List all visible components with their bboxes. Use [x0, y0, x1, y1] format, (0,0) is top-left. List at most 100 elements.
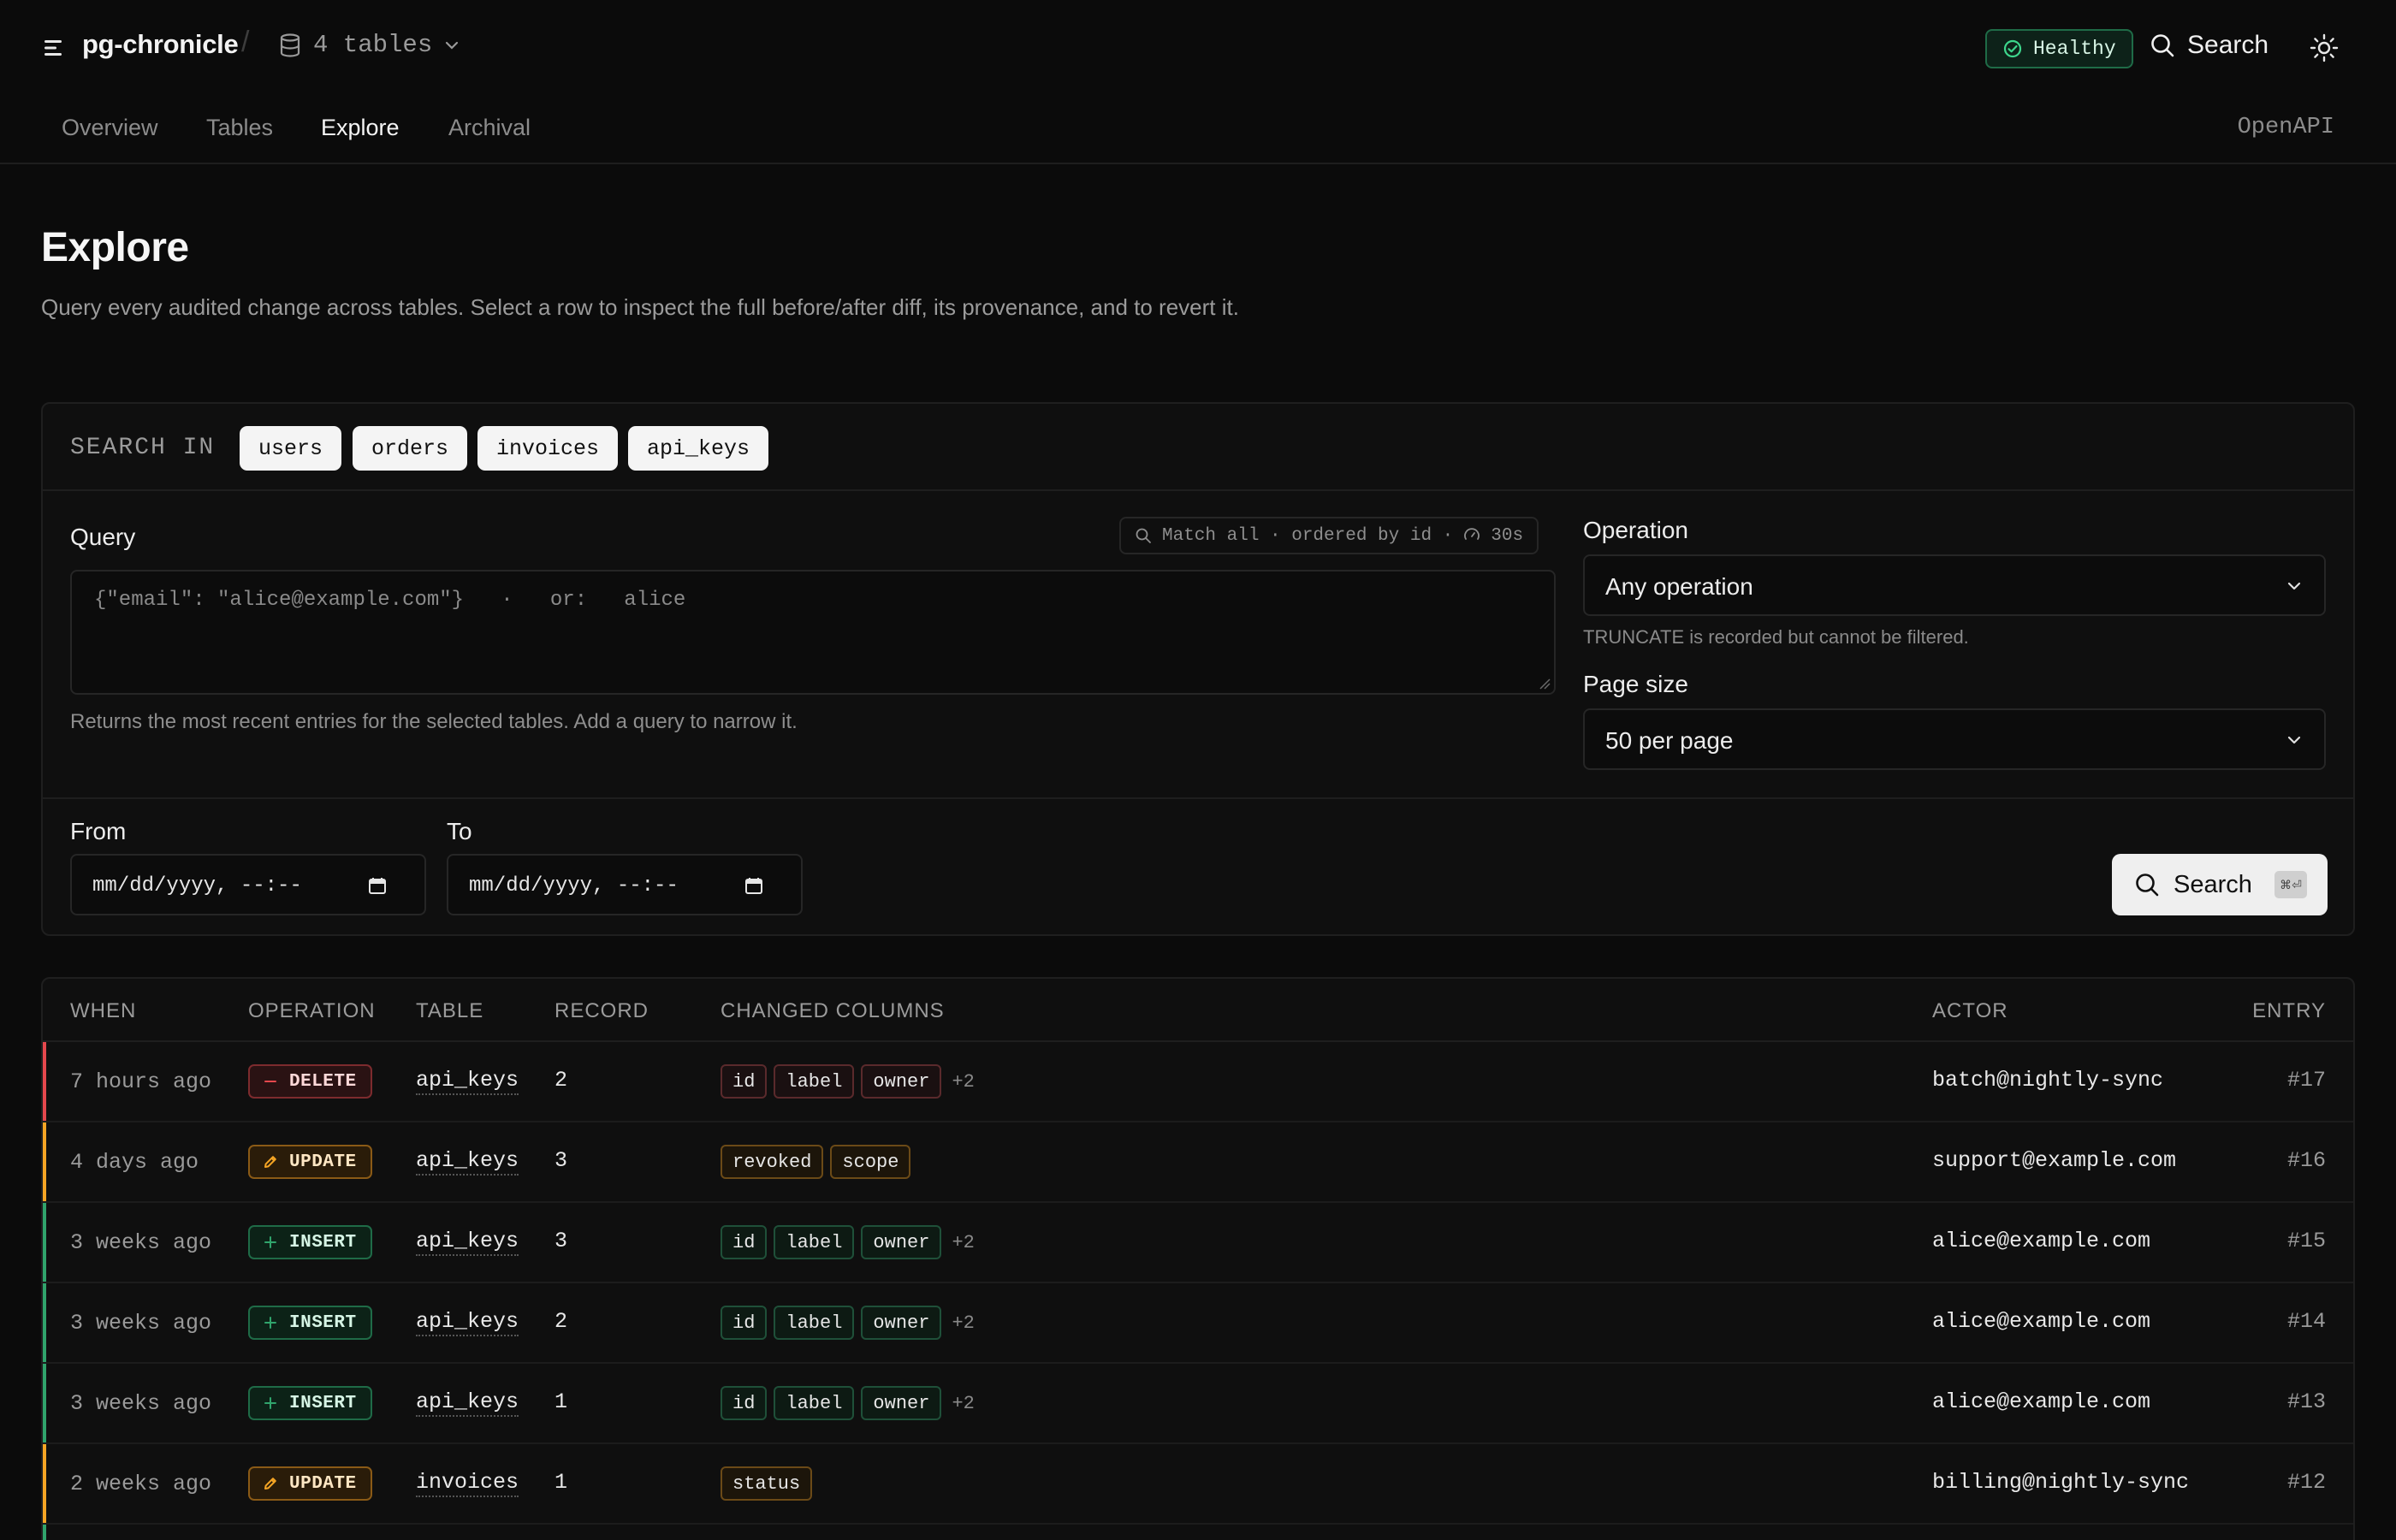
table-row[interactable]: 3 weeks ago INSERT api_keys 3 id label owner +2… — [43, 1203, 2353, 1283]
page-size-label: Page size — [1583, 671, 1688, 697]
column-chip: owner — [861, 1306, 942, 1340]
search-icon — [1136, 528, 1151, 543]
table-link[interactable]: api_keys — [416, 1229, 519, 1256]
record-cell: 1 — [555, 1389, 568, 1414]
entry-cell: #12 — [2286, 1470, 2326, 1495]
search-in-label: SEARCH IN — [70, 435, 216, 461]
page-size-select[interactable]: 50 per page — [1583, 708, 2326, 770]
query-mode-label: Match all · ordered by id · — [1162, 525, 1454, 546]
column-chip: label — [774, 1306, 855, 1340]
operation-indicator-bar — [43, 1525, 46, 1540]
actor-cell: alice@example.com — [1932, 1389, 2151, 1414]
more-columns-count: +2 — [952, 1231, 975, 1253]
health-status-label: Healthy — [2033, 38, 2116, 60]
global-search-button[interactable]: Search — [2150, 31, 2268, 60]
operation-indicator-bar — [43, 1283, 46, 1362]
entry-cell: #15 — [2286, 1229, 2326, 1253]
menu-icon[interactable] — [41, 34, 68, 62]
column-chip: scope — [830, 1145, 911, 1179]
table-chip-invoices[interactable]: invoices — [477, 426, 619, 471]
table-chip-orders[interactable]: orders — [353, 426, 468, 471]
table-header: WHEN OPERATION TABLE RECORD CHANGED COLU… — [43, 979, 2353, 1042]
table-row[interactable]: 2 weeks ago UPDATE invoices 1 status billing@… — [43, 1444, 2353, 1525]
table-link[interactable]: api_keys — [416, 1389, 519, 1417]
table-link[interactable]: api_keys — [416, 1148, 519, 1176]
when-cell: 3 weeks ago — [70, 1311, 212, 1336]
table-chip-api-keys[interactable]: api_keys — [628, 426, 769, 471]
table-row[interactable]: 3 weeks ago INSERT api_keys 2 id label owner +2… — [43, 1283, 2353, 1364]
column-header-record[interactable]: RECORD — [555, 999, 649, 1023]
column-chip: label — [774, 1225, 855, 1259]
query-mode-hint[interactable]: Match all · ordered by id · 30s — [1119, 517, 1539, 554]
operation-indicator-bar — [43, 1364, 46, 1442]
tables-picker[interactable]: 4 tables — [279, 31, 460, 59]
query-placeholder: {"email": "alice@example.com"} · or: ali… — [94, 589, 686, 612]
tab-explore[interactable]: Explore — [321, 115, 400, 141]
breadcrumb-separator: / — [241, 26, 250, 58]
operation-badge: DELETE — [248, 1064, 372, 1099]
changed-columns: id label owner +2 — [721, 1225, 975, 1259]
table-link[interactable]: api_keys — [416, 1309, 519, 1336]
table-row[interactable]: 7 hours ago DELETE api_keys 2 id label owner +2… — [43, 1042, 2353, 1122]
column-header-changed-columns[interactable]: CHANGED COLUMNS — [721, 999, 945, 1023]
operation-label: INSERT — [289, 1312, 357, 1333]
record-cell: 2 — [555, 1068, 568, 1093]
results-table: WHEN OPERATION TABLE RECORD CHANGED COLU… — [41, 977, 2355, 1540]
chevron-down-icon — [446, 41, 459, 50]
minus-icon — [264, 1081, 276, 1082]
column-chip: id — [721, 1386, 768, 1420]
keyboard-shortcut-hint: ⌘⏎ — [2274, 871, 2307, 898]
more-columns-count: +2 — [952, 1392, 975, 1414]
calendar-icon[interactable] — [368, 876, 387, 895]
operation-label: UPDATE — [289, 1152, 357, 1172]
query-input[interactable]: {"email": "alice@example.com"} · or: ali… — [70, 570, 1556, 695]
calendar-icon[interactable] — [744, 876, 763, 895]
check-circle-icon — [2003, 39, 2022, 58]
divider — [43, 797, 2353, 799]
plus-icon — [264, 1236, 276, 1248]
table-chip-users[interactable]: users — [240, 426, 342, 471]
column-header-actor[interactable]: ACTOR — [1932, 999, 2008, 1023]
table-row[interactable]: 3 weeks ago INSERT api_keys 1 id label owner +2… — [43, 1364, 2353, 1444]
tables-count-label: 4 tables — [313, 31, 433, 59]
operation-select[interactable]: Any operation — [1583, 554, 2326, 616]
resize-handle-icon[interactable] — [1539, 678, 1551, 690]
from-date-input[interactable]: mm/dd/yyyy, --:-- — [70, 854, 426, 915]
to-date-input[interactable]: mm/dd/yyyy, --:-- — [447, 854, 803, 915]
from-date-placeholder: mm/dd/yyyy, --:-- — [92, 874, 302, 897]
table-link[interactable]: api_keys — [416, 1068, 519, 1095]
search-submit-label: Search — [2174, 870, 2252, 898]
column-chip: label — [774, 1064, 855, 1099]
tab-archival[interactable]: Archival — [448, 115, 531, 141]
column-header-when[interactable]: WHEN — [70, 999, 136, 1023]
page-description: Query every audited change across tables… — [41, 294, 1239, 320]
tab-overview[interactable]: Overview — [62, 115, 158, 141]
operation-label: Operation — [1583, 517, 1688, 543]
column-header-entry[interactable]: ENTRY — [2252, 999, 2326, 1023]
to-date-placeholder: mm/dd/yyyy, --:-- — [469, 874, 679, 897]
tab-tables[interactable]: Tables — [206, 115, 273, 141]
page-size-select-value: 50 per page — [1605, 727, 1734, 754]
changed-columns: id label owner +2 — [721, 1306, 975, 1340]
table-row[interactable]: 4 days ago UPDATE api_keys 3 revoked scope sup… — [43, 1122, 2353, 1203]
actor-cell: billing@nightly-sync — [1932, 1470, 2190, 1495]
openapi-link[interactable]: OpenAPI — [2238, 115, 2334, 140]
operation-indicator-bar — [43, 1122, 46, 1201]
pencil-icon — [264, 1478, 276, 1490]
column-header-operation[interactable]: OPERATION — [248, 999, 376, 1023]
health-status-badge[interactable]: Healthy — [1985, 29, 2133, 68]
plus-icon — [264, 1397, 276, 1409]
entry-cell: #17 — [2286, 1068, 2326, 1093]
record-cell: 3 — [555, 1148, 568, 1173]
sun-icon[interactable] — [2309, 33, 2340, 63]
page-title: Explore — [41, 225, 189, 270]
query-label: Query — [70, 524, 136, 550]
operation-label: UPDATE — [289, 1473, 357, 1494]
app-name[interactable]: pg-chronicle — [82, 29, 239, 60]
table-link[interactable]: invoices — [416, 1470, 519, 1497]
table-row[interactable] — [43, 1525, 2353, 1540]
operation-indicator-bar — [43, 1203, 46, 1282]
column-chip: owner — [861, 1064, 942, 1099]
column-header-table[interactable]: TABLE — [416, 999, 483, 1023]
search-submit-button[interactable]: Search ⌘⏎ — [2112, 854, 2328, 915]
